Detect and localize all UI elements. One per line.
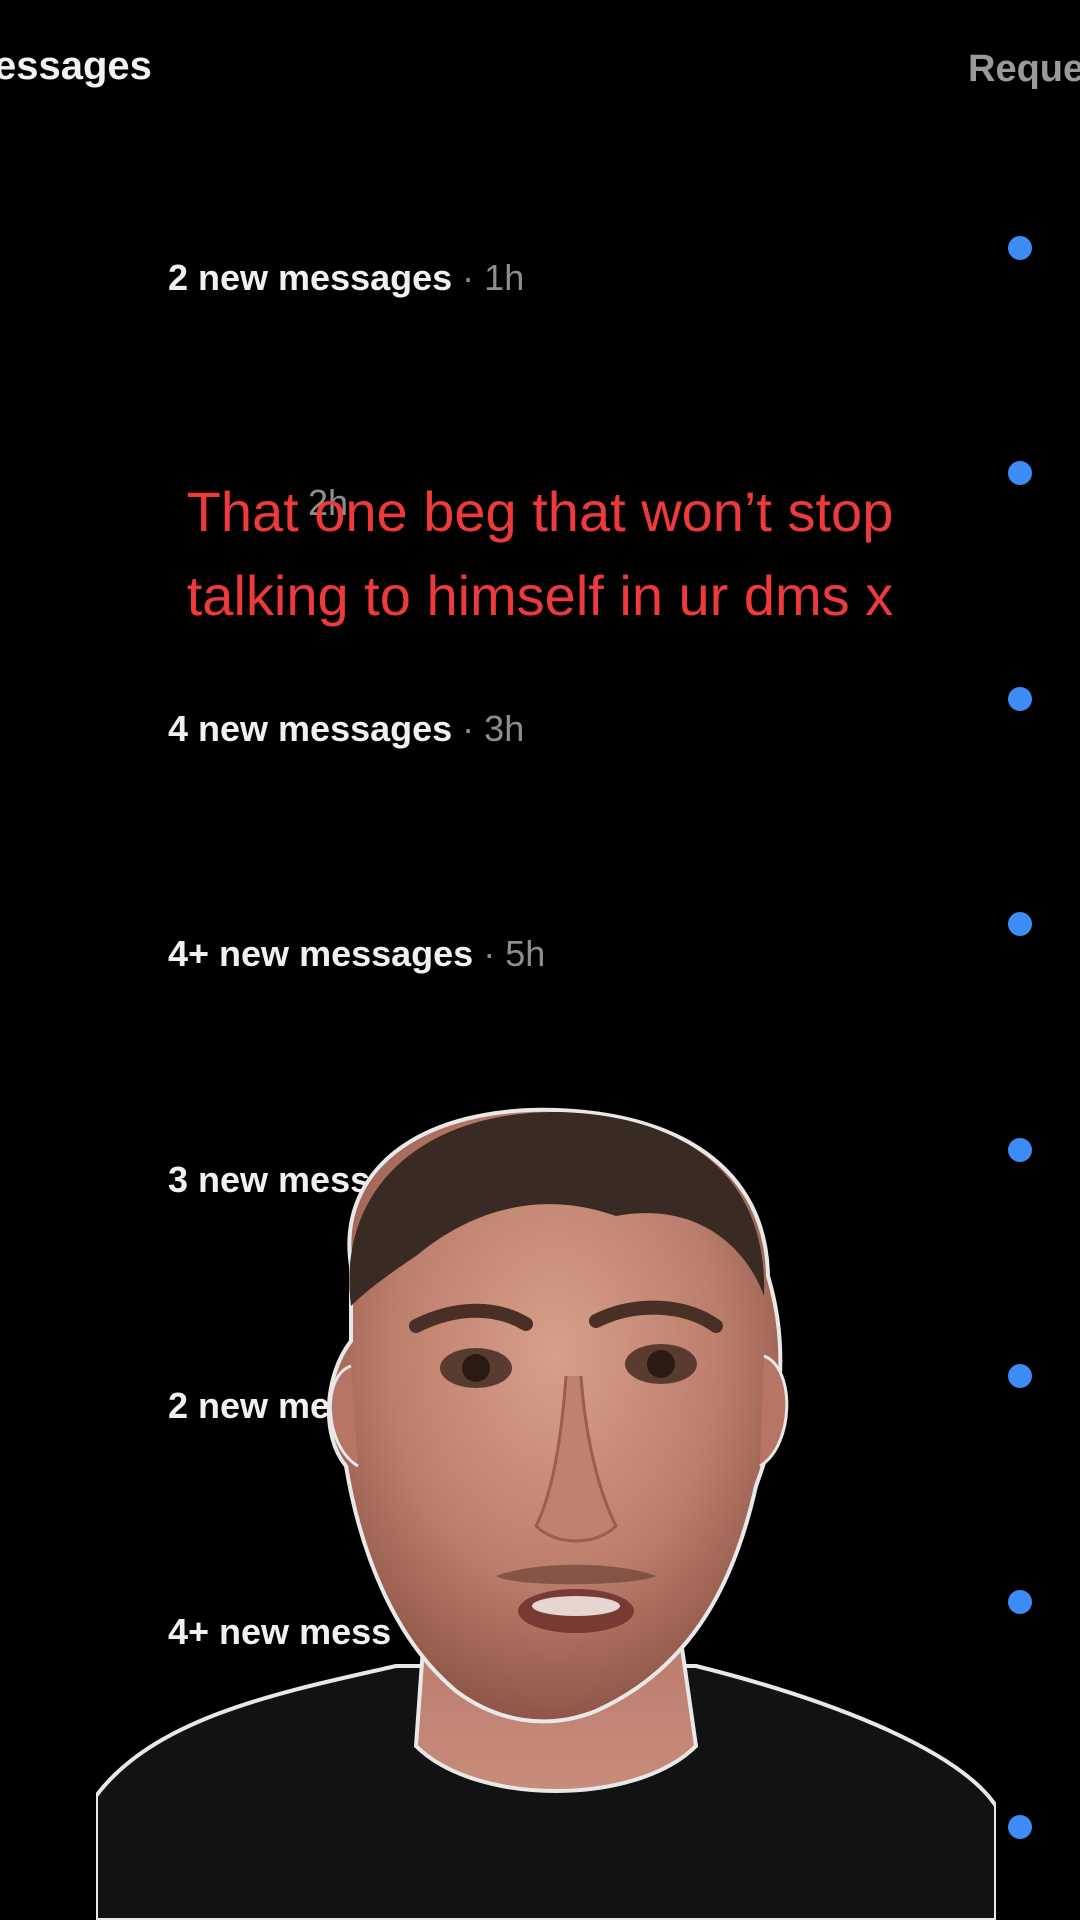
thread-item[interactable]: 4+ new messages · 5h [168, 923, 1068, 983]
separator-dot: · [462, 257, 475, 298]
thread-count: 4+ new messages [168, 933, 474, 974]
separator-dot: · [483, 933, 496, 974]
unread-dot-icon [1008, 1364, 1032, 1388]
thread-item[interactable]: 2 new messages · 1h [168, 247, 1068, 307]
thread-count: 2 new messages [168, 257, 453, 298]
thread-time: 1h [484, 257, 525, 298]
unread-dot-icon [1008, 687, 1032, 711]
unread-dot-icon [1008, 236, 1032, 260]
thread-item[interactable]: 4 new messages · 3h [168, 698, 1068, 758]
thread-time: 3h [484, 708, 525, 749]
caption-line-2: talking to himself in ur dms x [186, 564, 894, 627]
thread-count: 4 new messages [168, 708, 453, 749]
unread-dot-icon [1008, 1138, 1032, 1162]
unread-dot-icon [1008, 912, 1032, 936]
thread-preview: 2 new messages · 1h [168, 257, 524, 299]
unread-dot-icon [1008, 1815, 1032, 1839]
thread-preview: 4+ new messages · 5h [168, 933, 545, 975]
unread-dot-icon [1008, 1590, 1032, 1614]
thread-time: 5h [505, 933, 546, 974]
caption-overlay: That one beg that won’t stop talking to … [60, 470, 1020, 638]
caption-line-1: That one beg that won’t stop [186, 480, 894, 543]
thread-preview: 4 new messages · 3h [168, 708, 524, 750]
header-title: essages [0, 44, 152, 88]
requests-tab[interactable]: Reque [968, 48, 1080, 91]
separator-dot: · [462, 708, 475, 749]
man-cutout-image [96, 1107, 996, 1920]
